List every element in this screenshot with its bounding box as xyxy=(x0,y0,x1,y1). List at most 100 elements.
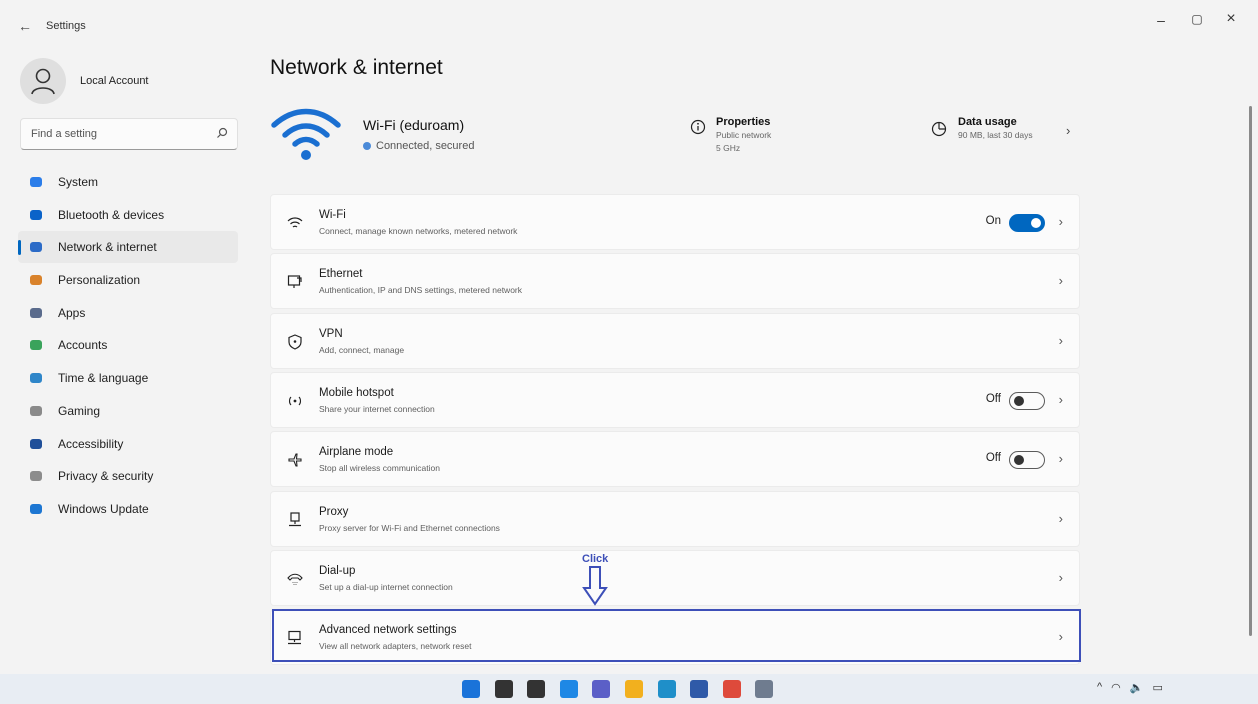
sidebar-nav: System Bluetooth & devices Network & inter… xyxy=(18,166,238,526)
ethernet-icon xyxy=(285,272,305,292)
apps-icon xyxy=(28,305,44,321)
toggle-state-label: Off xyxy=(985,392,1001,405)
start-icon[interactable] xyxy=(462,680,480,698)
sidebar-item-label: Gaming xyxy=(58,403,101,418)
tray-volume-icon[interactable]: 🔈 xyxy=(1130,681,1144,694)
app-title: Settings xyxy=(46,20,86,32)
toggle-switch[interactable] xyxy=(1009,391,1045,410)
settings-card-vpn[interactable]: VPN Add, connect, manage › xyxy=(270,312,1080,369)
search-placeholder: Find a setting xyxy=(31,128,98,140)
card-title: Proxy xyxy=(319,505,349,518)
toggle-state-label: Off xyxy=(985,452,1001,465)
sidebar-item-label: Network & internet xyxy=(58,240,157,255)
sidebar-item-label: Apps xyxy=(58,305,86,320)
shield-icon xyxy=(28,468,44,484)
settings-card-airplane-mode[interactable]: Airplane mode Stop all wireless communica… xyxy=(270,431,1080,488)
sidebar-item-bluetooth-devices[interactable]: Bluetooth & devices xyxy=(18,199,238,231)
sidebar-item-windows-update[interactable]: Windows Update xyxy=(18,493,238,525)
back-button[interactable]: ← xyxy=(18,18,32,34)
card-subtitle: Authentication, IP and DNS settings, met… xyxy=(319,285,523,296)
chat-icon[interactable] xyxy=(592,680,611,698)
card-subtitle: Set up a dial-up internet connection xyxy=(319,581,453,592)
properties-link[interactable]: Properties Public network 5 GHz xyxy=(690,116,771,154)
card-title: Mobile hotspot xyxy=(319,386,394,399)
sidebar-item-time-language[interactable]: Time & language xyxy=(18,362,238,394)
properties-title: Properties xyxy=(716,116,771,128)
chevron-right-icon: › xyxy=(1066,123,1071,138)
task-view-icon[interactable] xyxy=(527,680,546,698)
tray-battery-icon[interactable]: ▭ xyxy=(1152,681,1162,694)
toggle-knob xyxy=(1014,395,1024,406)
sidebar-item-label: Bluetooth & devices xyxy=(58,207,165,222)
page-title: Network & internet xyxy=(270,56,443,79)
bluetooth-icon xyxy=(28,207,44,223)
data-usage-link[interactable]: Data usage 90 MB, last 30 days xyxy=(930,116,1033,141)
toggle-switch[interactable] xyxy=(1009,451,1045,470)
scrollbar[interactable] xyxy=(1249,106,1252,636)
sidebar-item-accounts[interactable]: Accounts xyxy=(18,329,238,361)
user-icon xyxy=(31,68,55,95)
search-icon[interactable] xyxy=(494,680,513,698)
settings-card-proxy[interactable]: Proxy Proxy server for Wi-Fi and Ethernet… xyxy=(270,490,1080,547)
minimize-button[interactable]: – xyxy=(1146,12,1176,28)
sidebar-item-accessibility[interactable]: Accessibility xyxy=(18,428,238,460)
brush-icon xyxy=(28,272,44,288)
toggle-knob xyxy=(1031,218,1041,228)
toggle-knob xyxy=(1014,455,1024,466)
accounts-icon xyxy=(28,337,44,353)
chevron-right-icon: › xyxy=(1058,214,1063,229)
sidebar-item-personalization[interactable]: Personalization xyxy=(18,264,238,296)
settings-icon[interactable] xyxy=(755,680,774,698)
chrome-icon[interactable] xyxy=(722,680,741,698)
close-button[interactable]: × xyxy=(1216,10,1246,28)
tray-wifi-icon[interactable]: ◠ xyxy=(1111,681,1121,694)
toggle-switch[interactable] xyxy=(1009,214,1045,232)
wifi-icon xyxy=(285,213,305,233)
gaming-icon xyxy=(28,403,44,419)
sidebar-item-system[interactable]: System xyxy=(18,166,238,198)
chevron-right-icon: › xyxy=(1058,569,1063,585)
settings-card-ethernet[interactable]: Ethernet Authentication, IP and DNS setti… xyxy=(270,253,1080,310)
settings-card-dial-up[interactable]: Dial-up Set up a dial-up internet connect… xyxy=(270,549,1080,606)
down-arrow-icon xyxy=(582,566,608,606)
card-subtitle: Proxy server for Wi-Fi and Ethernet conn… xyxy=(319,522,500,533)
account-card[interactable]: Local Account xyxy=(20,58,149,104)
sidebar-item-label: Privacy & security xyxy=(58,469,154,484)
taskbar: ^ ◠ 🔈 ▭ xyxy=(0,674,1258,704)
card-subtitle: Share your internet connection xyxy=(319,403,435,414)
sidebar-item-network-internet[interactable]: Network & internet xyxy=(18,231,238,264)
sidebar-item-privacy-security[interactable]: Privacy & security xyxy=(18,460,238,492)
data-usage-title: Data usage xyxy=(958,116,1017,128)
edge-icon[interactable] xyxy=(657,680,676,698)
chevron-right-icon: › xyxy=(1058,273,1063,289)
file-explorer-icon[interactable] xyxy=(625,680,643,698)
connection-status-text: Connected, secured xyxy=(376,140,475,152)
widgets-icon[interactable] xyxy=(559,680,578,698)
vpn-shield-icon xyxy=(285,332,305,352)
sidebar-item-apps[interactable]: Apps xyxy=(18,297,238,329)
data-usage-detail: 90 MB, last 30 days xyxy=(958,130,1033,140)
settings-card-wi-fi[interactable]: Wi-Fi Connect, manage known networks, met… xyxy=(270,194,1080,250)
chevron-right-icon: › xyxy=(1058,451,1063,467)
sidebar-item-label: Accounts xyxy=(58,338,108,353)
search-input[interactable]: Find a setting xyxy=(20,118,238,150)
store-icon[interactable] xyxy=(690,680,709,698)
system-icon xyxy=(28,174,44,190)
network-name: Wi-Fi (eduroam) xyxy=(363,117,465,133)
chevron-right-icon: › xyxy=(1058,510,1063,526)
sidebar-item-label: Windows Update xyxy=(58,501,149,516)
sidebar-item-label: Accessibility xyxy=(58,436,124,451)
restore-button[interactable]: ▢ xyxy=(1182,12,1212,26)
card-title: Ethernet xyxy=(319,268,363,281)
card-title: Airplane mode xyxy=(319,446,394,459)
dialup-icon xyxy=(285,569,305,589)
sidebar-item-label: Personalization xyxy=(58,273,141,288)
title-bar: ← Settings – ▢ × xyxy=(0,0,1258,44)
sidebar-item-label: System xyxy=(58,175,99,189)
settings-card-mobile-hotspot[interactable]: Mobile hotspot Share your internet connec… xyxy=(270,371,1080,428)
system-tray[interactable]: ^ ◠ 🔈 ▭ xyxy=(1097,681,1163,694)
tray-chevron-icon[interactable]: ^ xyxy=(1097,681,1102,694)
sidebar-item-gaming[interactable]: Gaming xyxy=(18,395,238,427)
click-highlight-box xyxy=(272,609,1081,662)
toggle-state-label: On xyxy=(985,215,1001,227)
